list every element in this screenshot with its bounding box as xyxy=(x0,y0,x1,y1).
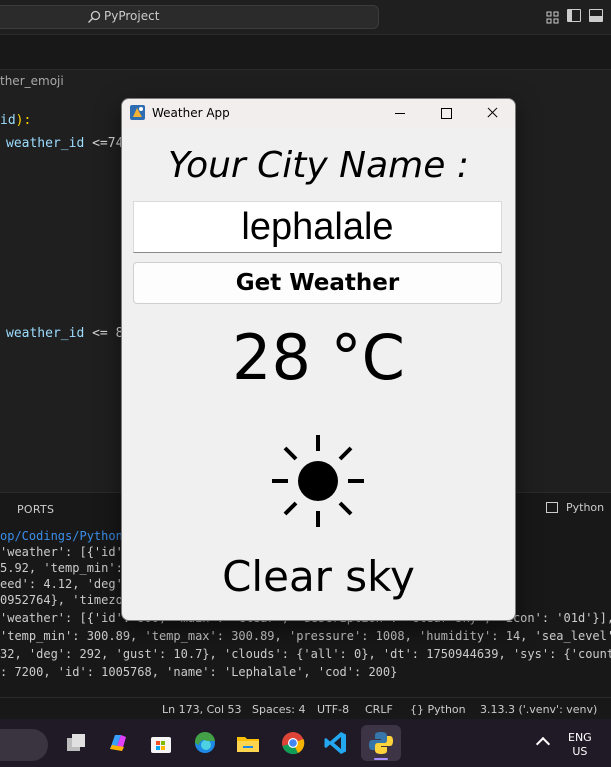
search-icon xyxy=(88,10,101,23)
taskbar: ENG US xyxy=(0,719,611,767)
temperature-label: 28 °C xyxy=(232,321,405,394)
status-bar: Ln 173, Col 53 Spaces: 4 UTF-8 CRLF {} P… xyxy=(0,697,611,720)
terminal-line: : 7200, 'id': 1005768, 'name': 'Lephalal… xyxy=(0,665,398,679)
breadcrumb-symbol: ther_emoji xyxy=(0,74,64,88)
taskbar-search[interactable] xyxy=(0,729,48,761)
editor-tabs xyxy=(0,35,611,70)
app-icon xyxy=(130,105,145,120)
task-view-icon[interactable] xyxy=(62,729,90,757)
show-hidden-icons-icon[interactable] xyxy=(535,736,551,752)
chrome-icon[interactable] xyxy=(279,729,307,757)
window-title: Weather App xyxy=(152,106,230,120)
status-language[interactable]: {} Python xyxy=(410,703,466,716)
store-icon[interactable] xyxy=(147,729,175,757)
terminal-line: 'temp_min': 300.89, 'temp_max': 300.89, … xyxy=(0,629,611,643)
weather-description: Clear sky xyxy=(222,552,415,601)
panel-tab-ports[interactable]: PORTS xyxy=(17,503,54,516)
vscode-title-bar: PyProject xyxy=(0,0,611,35)
code-line: weather_id <= 8 xyxy=(6,326,124,341)
vscode-icon[interactable] xyxy=(322,729,350,757)
edge-icon[interactable] xyxy=(191,729,219,757)
toggle-panel-icon[interactable] xyxy=(589,9,603,22)
close-button[interactable] xyxy=(469,99,515,127)
status-eol[interactable]: CRLF xyxy=(365,703,393,716)
status-indentation[interactable]: Spaces: 4 xyxy=(252,703,305,716)
city-prompt-label: Your City Name : xyxy=(168,145,469,186)
python-app-icon[interactable] xyxy=(361,725,401,761)
customize-layout-icon[interactable] xyxy=(546,9,560,24)
get-weather-button[interactable]: Get Weather xyxy=(133,262,502,304)
status-cursor-position[interactable]: Ln 173, Col 53 xyxy=(162,703,242,716)
status-interpreter[interactable]: 3.13.3 ('.venv': venv) xyxy=(480,703,597,716)
minimize-button[interactable] xyxy=(377,99,423,127)
weather-app-window: Weather App Your City Name : lephalale G… xyxy=(121,98,516,621)
toggle-sidebar-icon[interactable] xyxy=(567,9,581,22)
command-center-search[interactable]: PyProject xyxy=(0,5,379,29)
code-line: weather_id <=74 xyxy=(6,136,124,151)
status-encoding[interactable]: UTF-8 xyxy=(317,703,349,716)
terminal-icon xyxy=(546,502,558,513)
copilot-icon[interactable] xyxy=(104,729,132,757)
search-text: PyProject xyxy=(104,9,160,23)
terminal-line: op/Codings/Python xyxy=(0,529,123,543)
terminal-line: 32, 'deg': 292, 'gust': 10.7}, 'clouds':… xyxy=(0,647,611,661)
window-title-bar[interactable]: Weather App xyxy=(122,99,515,127)
file-explorer-icon[interactable] xyxy=(234,729,262,757)
breadcrumb: ther_emoji xyxy=(0,70,611,92)
city-input[interactable]: lephalale xyxy=(133,201,502,253)
sun-icon xyxy=(272,435,364,527)
input-language[interactable]: ENG US xyxy=(568,731,592,759)
code-line: id): xyxy=(0,113,32,128)
maximize-button[interactable] xyxy=(423,99,469,127)
